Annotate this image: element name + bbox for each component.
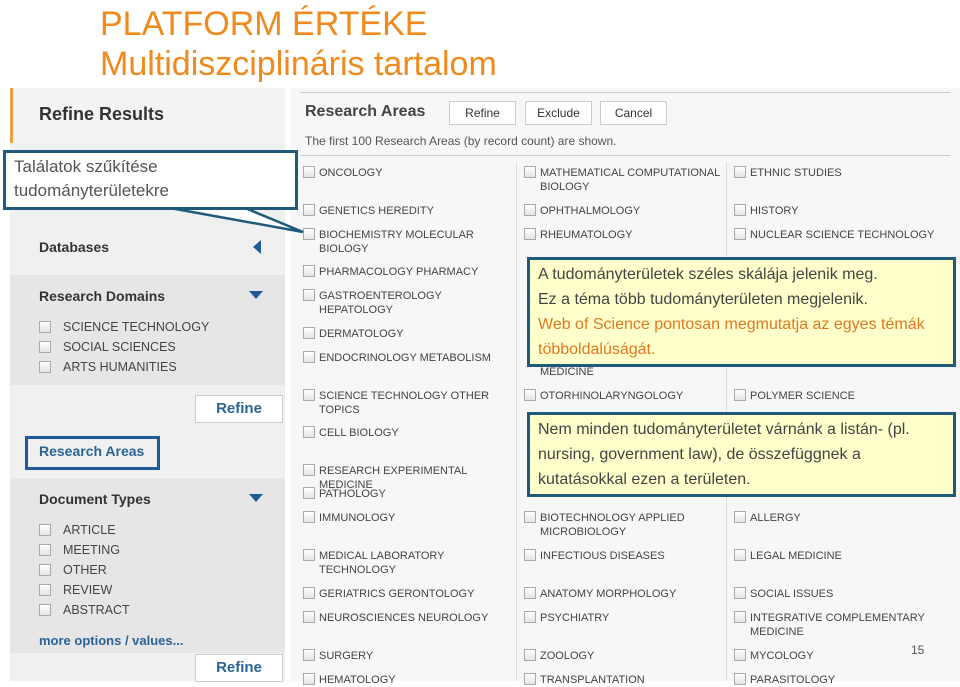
left-callout: Találatok szűkítése tudományterületekre xyxy=(3,150,298,210)
page-number: 15 xyxy=(911,643,925,657)
callout-range: A tudományterületek széles skálája jelen… xyxy=(527,257,956,367)
callout-text: Ez a téma több tudományterületen megjele… xyxy=(538,291,868,308)
callout-text: A tudományterületek széles skálája jelen… xyxy=(538,266,878,283)
callout-highlight: Web of Science pontosan megmutatja az eg… xyxy=(538,316,925,358)
callout-note: Nem minden tudományterületet várnánk a l… xyxy=(527,412,956,497)
